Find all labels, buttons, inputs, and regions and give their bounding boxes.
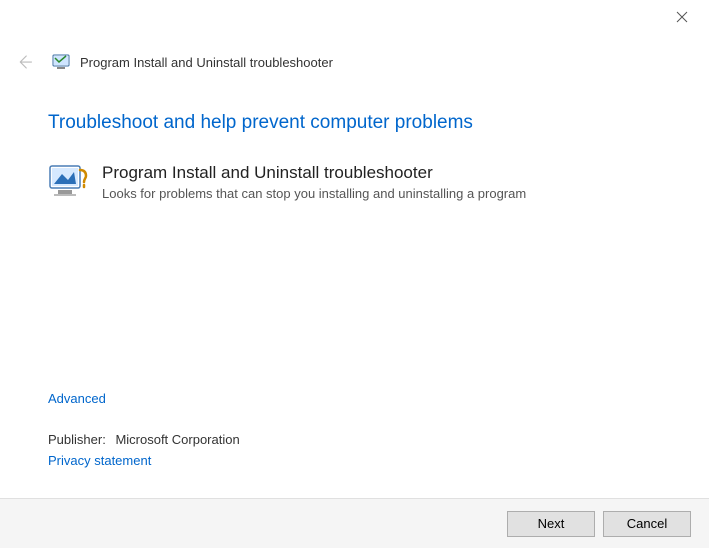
troubleshooter-text: Program Install and Uninstall troublesho…	[102, 162, 526, 201]
troubleshooter-header-icon	[52, 53, 70, 71]
content-area: Troubleshoot and help prevent computer p…	[0, 84, 709, 201]
publisher-row: Publisher: Microsoft Corporation	[48, 432, 240, 447]
next-button[interactable]: Next	[507, 511, 595, 537]
close-icon	[676, 11, 688, 23]
header-row: Program Install and Uninstall troublesho…	[0, 40, 709, 84]
close-button[interactable]	[659, 2, 704, 32]
titlebar	[0, 0, 709, 40]
troubleshooter-description: Looks for problems that can stop you ins…	[102, 186, 526, 201]
back-arrow-icon	[15, 53, 33, 71]
publisher-name: Microsoft Corporation	[115, 432, 239, 447]
back-button[interactable]	[12, 50, 36, 74]
troubleshooter-icon	[48, 164, 88, 200]
privacy-link[interactable]: Privacy statement	[48, 453, 151, 468]
troubleshooter-title: Program Install and Uninstall troublesho…	[102, 162, 526, 184]
troubleshooter-block: Program Install and Uninstall troublesho…	[48, 162, 661, 201]
window-title: Program Install and Uninstall troublesho…	[80, 55, 333, 70]
main-heading: Troubleshoot and help prevent computer p…	[48, 112, 661, 134]
bottom-info: Advanced Publisher: Microsoft Corporatio…	[48, 391, 240, 468]
footer-bar: Next Cancel	[0, 498, 709, 548]
publisher-label: Publisher:	[48, 432, 106, 447]
advanced-link[interactable]: Advanced	[48, 391, 106, 406]
cancel-button[interactable]: Cancel	[603, 511, 691, 537]
